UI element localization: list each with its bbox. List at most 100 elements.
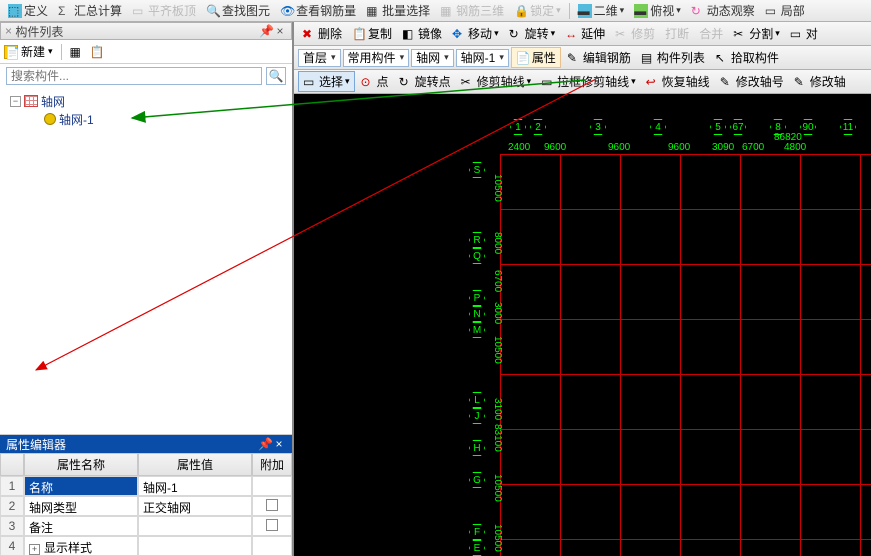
row-label: M: [469, 322, 485, 338]
rotate-button[interactable]: ↻旋转▾: [505, 24, 560, 43]
break-button[interactable]: 打断: [661, 24, 693, 43]
rownum: 3: [0, 516, 24, 536]
split-button[interactable]: ✂分割▾: [729, 24, 784, 43]
select-button[interactable]: ▭选择▾: [298, 71, 355, 92]
align-button[interactable]: ▭对: [786, 24, 822, 43]
drawing-canvas[interactable]: 1 2 3 4 5 67 8 90 11 S R Q P N M L J H G…: [294, 94, 871, 556]
collapse-icon[interactable]: −: [10, 96, 21, 107]
lock-button[interactable]: 🔒锁定▾: [510, 1, 565, 20]
mirror-button[interactable]: ◧镜像: [398, 24, 446, 43]
prop-extra-checkbox[interactable]: [252, 516, 292, 536]
prop-value[interactable]: [138, 516, 252, 536]
row-label: F: [469, 524, 485, 540]
new-button[interactable]: 📄新建▾: [4, 43, 53, 60]
row-label: G: [469, 472, 485, 488]
search-row: 🔍: [0, 64, 292, 88]
prop-extra: [252, 536, 292, 556]
selector-toolbar: 首层▾ 常用构件▾ 轴网▾ 轴网-1▾ 📄属性 ✎编辑钢筋 ▤构件列表 ↖拾取构…: [294, 46, 871, 70]
rownum: 1: [0, 476, 24, 496]
trim-axis-button[interactable]: ✂修剪轴线▾: [457, 72, 536, 91]
component-list-button[interactable]: ▤构件列表: [637, 48, 709, 67]
close-icon[interactable]: ×: [273, 24, 287, 38]
col-rownum: [0, 453, 24, 476]
rebar-3d-button[interactable]: ▦钢筋三维: [436, 1, 508, 20]
local-view-button[interactable]: ▭局部: [761, 1, 809, 20]
row-label: P: [469, 290, 485, 306]
properties-button[interactable]: 📄属性: [511, 47, 561, 68]
merge-button[interactable]: 合并: [695, 24, 727, 43]
h-dim: 9600: [544, 142, 566, 153]
prop-extra-checkbox[interactable]: [252, 496, 292, 516]
edit-toolbar: ✖删除 📋复制 ◧镜像 ✥移动▾ ↻旋转▾ ↔延伸 ✂修剪 打断 合并 ✂分割▾…: [294, 22, 871, 46]
row-label: R: [469, 232, 485, 248]
v-dim: 10500: [492, 336, 503, 364]
define-button[interactable]: ⬚定义: [4, 1, 52, 20]
batch-select-button[interactable]: ▦批量选择: [362, 1, 434, 20]
find-element-button[interactable]: 🔍查找图元: [202, 1, 274, 20]
col-label: 3: [590, 119, 606, 135]
prop-name[interactable]: 名称: [24, 476, 138, 496]
summary-button[interactable]: Σ汇总计算: [54, 1, 126, 20]
pin-icon[interactable]: 📌: [258, 437, 272, 451]
h-dim: 2400: [508, 142, 530, 153]
search-input[interactable]: [6, 67, 262, 85]
v-dim: 3000: [492, 302, 503, 324]
copy-button[interactable]: 📋复制: [348, 24, 396, 43]
rownum: 2: [0, 496, 24, 516]
search-button[interactable]: 🔍: [266, 67, 286, 85]
property-grid: 属性名称 属性值 附加 1 名称 轴网-1 2 轴网类型 正交轴网 3 备注 4…: [0, 453, 292, 556]
prop-value[interactable]: [138, 536, 252, 556]
dynamic-view-button[interactable]: ↻动态观察: [687, 1, 759, 20]
prop-name[interactable]: 备注: [24, 516, 138, 536]
prop-extra: [252, 476, 292, 496]
prop-value[interactable]: 正交轴网: [138, 496, 252, 516]
floor-dropdown[interactable]: 首层▾: [298, 49, 341, 67]
col-label: 5: [710, 119, 726, 135]
pick-component-button[interactable]: ↖拾取构件: [711, 48, 783, 67]
rownum: 4: [0, 536, 24, 556]
box-trim-button[interactable]: ▭拉框修剪轴线▾: [537, 72, 640, 91]
delete-button[interactable]: ✖删除: [298, 24, 346, 43]
extend-button[interactable]: ↔延伸: [561, 24, 609, 43]
edit-rebar-button[interactable]: ✎编辑钢筋: [563, 48, 635, 67]
prop-name[interactable]: 轴网类型: [24, 496, 138, 516]
view-2d-button[interactable]: ▬二维▾: [574, 1, 629, 20]
overlook-button[interactable]: ▬俯视▾: [630, 1, 685, 20]
separator: [569, 3, 570, 19]
v-dim: 10500: [492, 174, 503, 202]
col-name: 属性名称: [24, 453, 138, 476]
point-button[interactable]: ⊙点: [357, 72, 393, 91]
right-area: ✖删除 📋复制 ◧镜像 ✥移动▾ ↻旋转▾ ↔延伸 ✂修剪 打断 合并 ✂分割▾…: [294, 22, 871, 556]
component-list-titlebar: × 构件列表 📌 ×: [0, 22, 292, 40]
separator: [61, 44, 62, 60]
tool-icon-2[interactable]: 📋: [90, 45, 104, 59]
prop-value[interactable]: 轴网-1: [138, 476, 252, 496]
modify-number-button[interactable]: ✎修改轴号: [716, 72, 788, 91]
v-dim: 83100: [492, 424, 503, 452]
col-label: 90: [800, 119, 816, 135]
trim-button[interactable]: ✂修剪: [611, 24, 659, 43]
restore-axis-button[interactable]: ↩恢复轴线: [642, 72, 714, 91]
v-dim: 8000: [492, 232, 503, 254]
modify-axis-button[interactable]: ✎修改轴: [790, 72, 850, 91]
tree-child-grid1[interactable]: 轴网-1: [6, 110, 286, 128]
tree-root-grid[interactable]: − 轴网: [6, 92, 286, 110]
col-label: 4: [650, 119, 666, 135]
tool-icon-1[interactable]: ▦: [70, 45, 84, 59]
prop-name[interactable]: +显示样式: [24, 536, 138, 556]
row-label: H: [469, 440, 485, 456]
view-rebar-button[interactable]: 👁查看钢筋量: [276, 1, 360, 20]
row-label: L: [469, 392, 485, 408]
left-panel: × 构件列表 📌 × 📄新建▾ ▦ 📋 🔍 − 轴网 轴网-1 属性编辑器 📌 …: [0, 22, 294, 556]
rotate-point-button[interactable]: ↻旋转点: [395, 72, 455, 91]
grid-icon: [24, 95, 38, 107]
close-icon[interactable]: ×: [272, 437, 286, 451]
category-dropdown[interactable]: 常用构件▾: [343, 49, 410, 67]
move-button[interactable]: ✥移动▾: [448, 24, 503, 43]
pin-icon[interactable]: 📌: [259, 24, 273, 38]
h-dim: 3090: [712, 142, 734, 153]
type-dropdown[interactable]: 轴网▾: [411, 49, 454, 67]
align-top-button[interactable]: ▭平齐板顶: [128, 1, 200, 20]
item-dropdown[interactable]: 轴网-1▾: [456, 49, 509, 67]
gear-icon: [44, 113, 56, 125]
